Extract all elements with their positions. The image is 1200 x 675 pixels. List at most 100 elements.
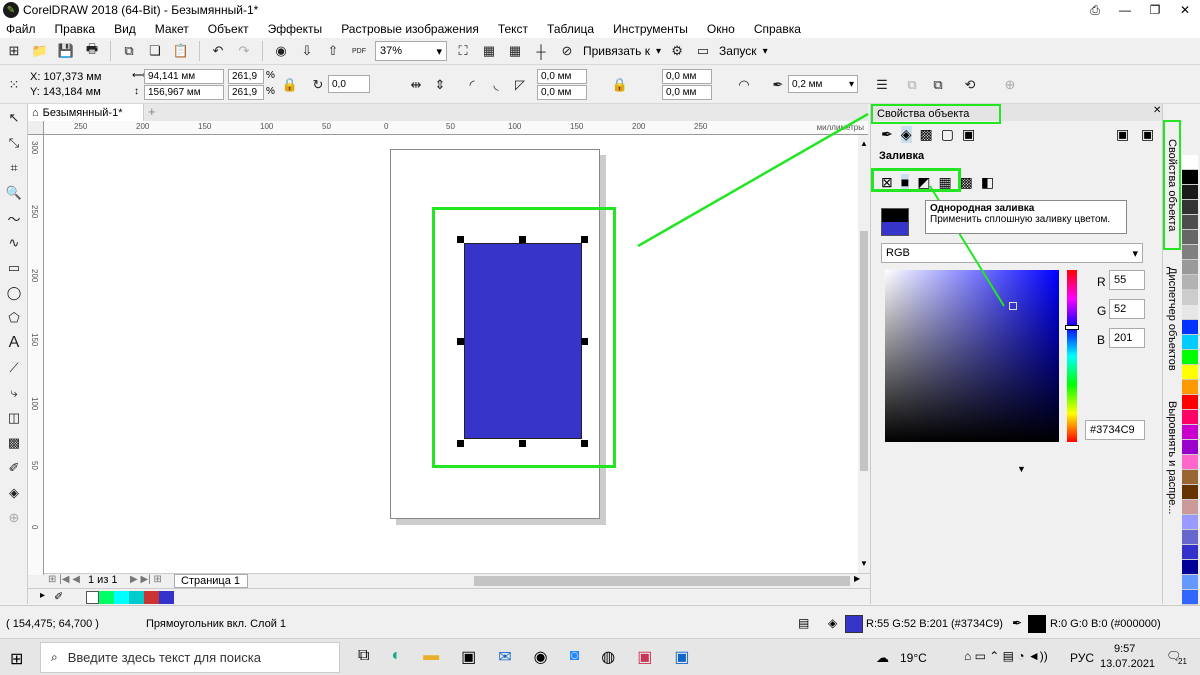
- snap-off-icon[interactable]: ⊘: [557, 41, 577, 61]
- close-button[interactable]: ✕: [1170, 0, 1200, 20]
- expand-chevron-icon[interactable]: ▼: [1017, 464, 1026, 474]
- panel-close-icon[interactable]: ✕: [1153, 105, 1161, 116]
- palette-swatch[interactable]: [1182, 320, 1198, 335]
- fill-swatch[interactable]: [845, 615, 863, 633]
- page-nav-icons[interactable]: ⊞ |◀ ◀: [48, 574, 80, 585]
- no-color-swatch[interactable]: [86, 591, 99, 604]
- g-field[interactable]: 52: [1109, 299, 1145, 319]
- undo-icon[interactable]: ↶: [208, 41, 228, 61]
- tab-align-distribute[interactable]: Выровнять и распре...: [1163, 388, 1181, 528]
- mini-palette-swatch[interactable]: [99, 591, 114, 604]
- round-corner-icon[interactable]: ◜: [462, 75, 482, 95]
- artistic-media-icon[interactable]: ∿: [4, 233, 24, 253]
- palette-swatch[interactable]: [1182, 470, 1198, 485]
- rulers-icon[interactable]: ▦: [479, 41, 499, 61]
- horizontal-ruler[interactable]: миллиметры 250 200 150 100 50 0 50 100 150 200 250: [44, 121, 868, 135]
- menu-item-2[interactable]: Вид: [114, 22, 136, 36]
- palette-swatch[interactable]: [1182, 155, 1198, 170]
- tab-object-manager[interactable]: Диспетчер объектов: [1163, 264, 1181, 374]
- menu-item-8[interactable]: Таблица: [547, 22, 594, 36]
- outline-pen-icon[interactable]: ✒: [768, 75, 788, 95]
- drawing-canvas[interactable]: [44, 135, 858, 573]
- save-icon[interactable]: 💾: [56, 41, 76, 61]
- photo-app-icon[interactable]: ▣: [637, 647, 652, 667]
- scallop-corner-icon[interactable]: ◟: [486, 75, 506, 95]
- palette-swatch[interactable]: [1182, 230, 1198, 245]
- corner-1-field[interactable]: 0,0 мм: [537, 69, 587, 84]
- text-tool-icon[interactable]: A: [4, 333, 24, 353]
- language-indicator[interactable]: РУС: [1070, 651, 1094, 665]
- color-field[interactable]: [885, 270, 1059, 442]
- corners-tab-icon[interactable]: ▢: [941, 126, 954, 143]
- angle-field[interactable]: 0,0: [328, 75, 370, 93]
- palette-swatch[interactable]: [1182, 350, 1198, 365]
- palette-swatch[interactable]: [1182, 260, 1198, 275]
- task-view-icon[interactable]: ⧉: [358, 647, 369, 667]
- palette-swatch[interactable]: [1182, 500, 1198, 515]
- store-icon[interactable]: ▣: [461, 647, 476, 667]
- y-position[interactable]: Y: 143,184 мм: [30, 86, 101, 98]
- weather-icon[interactable]: ☁: [876, 650, 889, 666]
- wrap-text-icon[interactable]: ☰: [872, 75, 892, 95]
- launch-icon[interactable]: ▭: [693, 41, 713, 61]
- to-back-icon[interactable]: ⧉: [928, 75, 948, 95]
- palette-swatch[interactable]: [1182, 590, 1198, 605]
- link-corners-icon[interactable]: 🔒: [610, 75, 630, 95]
- convert-curves-icon[interactable]: ⟲: [960, 75, 980, 95]
- fill-tab-icon[interactable]: ◈: [900, 126, 912, 143]
- parallel-dimension-icon[interactable]: ⟋: [4, 358, 24, 378]
- lock-ratio-icon[interactable]: 🔒: [280, 75, 300, 95]
- snap-to-dropdown[interactable]: Привязать к: [583, 44, 650, 58]
- outline-tab-icon[interactable]: ✒: [881, 126, 893, 143]
- palette-swatch[interactable]: [1182, 440, 1198, 455]
- relative-corner-icon[interactable]: ◠: [734, 75, 754, 95]
- vertical-ruler[interactable]: 300 250 200 150 100 50 0: [28, 135, 44, 575]
- ellipse-tool-icon[interactable]: ◯: [4, 283, 24, 303]
- color-picker-marker[interactable]: [1009, 302, 1017, 310]
- add-icon[interactable]: ⊕: [1000, 75, 1020, 95]
- vertical-scrollbar[interactable]: ▲ ▼: [858, 135, 870, 573]
- grid-icon[interactable]: ▦: [505, 41, 525, 61]
- paste-icon[interactable]: 📋: [171, 41, 191, 61]
- transparency-icon[interactable]: ▩: [4, 433, 24, 453]
- tray-icons[interactable]: ⌂ ▭ ⌃ ▤ ◔ ◄)): [964, 649, 1048, 663]
- drop-shadow-icon[interactable]: ◫: [4, 408, 24, 428]
- eyedropper-icon[interactable]: ✐: [4, 458, 24, 478]
- height-field[interactable]: 156,967 мм: [144, 85, 224, 100]
- palette-swatch[interactable]: [1182, 380, 1198, 395]
- hue-slider-thumb[interactable]: [1065, 325, 1079, 330]
- color-proof-icon[interactable]: ▤: [798, 616, 809, 630]
- menu-item-6[interactable]: Растровые изображения: [341, 22, 479, 36]
- menu-item-7[interactable]: Текст: [498, 22, 528, 36]
- mini-palette-swatch[interactable]: [159, 591, 174, 604]
- zoom-app-icon[interactable]: ◙: [570, 647, 580, 667]
- interactive-fill-icon[interactable]: ◈: [4, 483, 24, 503]
- taskbar-search[interactable]: ⌕ Введите здесь текст для поиска: [40, 642, 340, 673]
- palette-swatch[interactable]: [1182, 305, 1198, 320]
- color-preview[interactable]: [881, 208, 909, 236]
- pick-tool-icon[interactable]: ↖: [4, 108, 24, 128]
- zoom-tool-icon[interactable]: 🔍: [4, 183, 24, 203]
- menu-item-4[interactable]: Объект: [208, 22, 249, 36]
- palette-swatch[interactable]: [1182, 425, 1198, 440]
- windows-start-icon[interactable]: ⊞: [10, 649, 23, 669]
- palette-swatch[interactable]: [1182, 200, 1198, 215]
- width-field[interactable]: 94,141 мм: [144, 69, 224, 84]
- search-content-icon[interactable]: ◉: [271, 41, 291, 61]
- corner-3-field[interactable]: 0,0 мм: [662, 69, 712, 84]
- scale-y-field[interactable]: 261,9: [228, 85, 264, 100]
- palette-swatch[interactable]: [1182, 545, 1198, 560]
- tab-document[interactable]: ⌂ Безымянный-1*: [28, 104, 144, 121]
- palette-swatch[interactable]: [1182, 335, 1198, 350]
- menu-item-0[interactable]: Файл: [6, 22, 36, 36]
- corner-2-field[interactable]: 0,0 мм: [537, 85, 587, 100]
- menu-item-9[interactable]: Инструменты: [613, 22, 688, 36]
- palette-swatch[interactable]: [1182, 245, 1198, 260]
- rectangle-tool-icon[interactable]: ▭: [4, 258, 24, 278]
- zoom-select[interactable]: 37% ▾: [375, 41, 447, 61]
- window-icon[interactable]: ▣: [1141, 126, 1154, 143]
- palette-swatch[interactable]: [1182, 485, 1198, 500]
- crop-tool-icon[interactable]: ⌗: [4, 158, 24, 178]
- scale-x-field[interactable]: 261,9: [228, 69, 264, 84]
- menu-item-11[interactable]: Справка: [754, 22, 801, 36]
